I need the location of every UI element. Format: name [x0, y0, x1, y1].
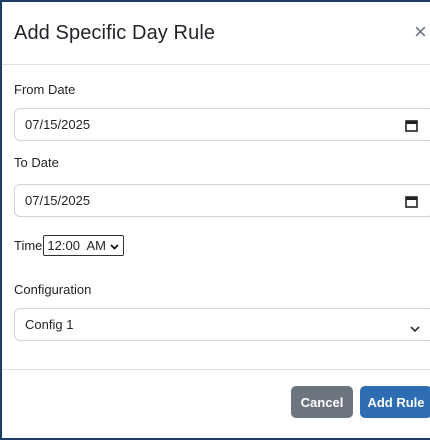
configuration-value: Config 1 [25, 317, 74, 332]
time-value: 12:00 AM [47, 238, 106, 253]
close-icon[interactable]: × [414, 21, 427, 43]
calendar-icon[interactable] [405, 119, 418, 135]
from-date-value: 07/15/2025 [25, 117, 91, 132]
modal-footer-divider [2, 369, 430, 370]
calendar-icon[interactable] [405, 195, 418, 211]
chevron-down-icon [110, 238, 119, 253]
from-date-label: From Date [14, 82, 76, 97]
to-date-input[interactable]: 07/15/2025 [14, 184, 430, 217]
modal-title: Add Specific Day Rule [14, 21, 216, 44]
modal-header: Add Specific Day Rule × [2, 2, 430, 65]
add-specific-day-rule-modal: Add Specific Day Rule × From Date 07/15/… [0, 0, 430, 440]
configuration-select[interactable]: Config 1 [14, 308, 430, 341]
add-rule-button[interactable]: Add Rule [360, 386, 430, 418]
to-date-label: To Date [14, 155, 59, 170]
time-select[interactable]: 12:00 AM [43, 235, 124, 256]
chevron-down-icon [410, 321, 420, 336]
time-label: Time [14, 238, 43, 253]
time-row: Time 12:00 AM [14, 235, 124, 256]
to-date-value: 07/15/2025 [25, 193, 91, 208]
configuration-label: Configuration [14, 282, 92, 297]
cancel-button[interactable]: Cancel [291, 386, 353, 418]
from-date-input[interactable]: 07/15/2025 [14, 108, 430, 141]
